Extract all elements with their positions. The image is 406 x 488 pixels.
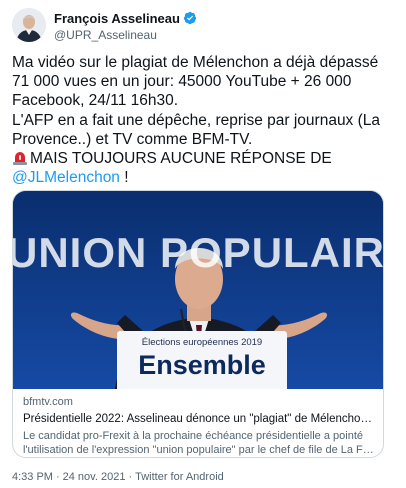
tweet-line: Facebook, 24/11 16h30. [12, 92, 179, 110]
podium: Élections européennes 2019 Ensemble [117, 331, 287, 389]
tweet-ending: ! [119, 169, 129, 187]
footer-separator: · [55, 471, 60, 483]
tweet-line: Provence..) et TV comme BFM-TV. [12, 130, 253, 148]
tweet-text: Ma vidéo sur le plagiat de Mélenchon a d… [12, 53, 394, 187]
tweet-line: Ma vidéo sur le plagiat de Mélenchon a d… [12, 54, 379, 71]
footer-separator: · [128, 471, 133, 483]
card-meta: bfmtv.com Présidentielle 2022: Asselinea… [23, 395, 375, 457]
tweet-source[interactable]: Twitter for Android [135, 471, 224, 483]
tweet-alert-line: MAIS TOUJOURS AUCUNE RÉPONSE DE [12, 149, 394, 168]
display-name-row: François Asselineau [54, 10, 197, 26]
tweet-date[interactable]: 24 nov. 2021 [63, 471, 126, 483]
tweet-footer: 4:33 PM · 24 nov. 2021 · Twitter for Android [12, 471, 224, 483]
author-handle[interactable]: @UPR_Asselineau [54, 28, 197, 42]
podium-title: Ensemble [138, 350, 266, 380]
link-card[interactable]: UNION POPULAIRE RÉPUB Élections européen… [12, 190, 384, 458]
avatar[interactable] [12, 8, 46, 42]
mention-link[interactable]: @JLMelenchon [12, 169, 120, 186]
profile-photo-icon [12, 8, 46, 42]
tweet-line: L'AFP en a fait une dépêche, reprise par… [12, 111, 381, 129]
tweet-header: François Asselineau @UPR_Asselineau [12, 8, 394, 44]
podium-subtitle: Élections européennes 2019 [141, 337, 263, 348]
card-domain: bfmtv.com [23, 396, 73, 408]
card-title: Présidentielle 2022: Asselineau dénonce … [23, 413, 375, 425]
tweet-mention-line: @JLMelenchon ! [12, 168, 394, 187]
card-image[interactable]: UNION POPULAIRE RÉPUB Élections européen… [13, 191, 384, 389]
tweet-time[interactable]: 4:33 PM [12, 471, 53, 483]
banner-text: UNION POPULAIRE RÉPUB [13, 229, 384, 276]
display-name[interactable]: François Asselineau [54, 11, 180, 26]
verified-badge-icon [183, 11, 197, 25]
card-description-line: l'utilisation de l'expression "union pop… [23, 444, 375, 456]
alert-text: MAIS TOUJOURS AUCUNE RÉPONSE DE [30, 150, 332, 168]
rotating-light-icon [12, 149, 28, 166]
tweet: François Asselineau @UPR_Asselineau Ma v… [0, 0, 406, 488]
tweet-line: 71 000 vues en un jour: 45000 YouTube + … [12, 73, 352, 91]
card-description: Le candidat pro-Frexit à la prochaine éc… [23, 429, 375, 457]
card-description-line: Le candidat pro-Frexit à la prochaine éc… [23, 430, 363, 442]
author-names: François Asselineau @UPR_Asselineau [54, 10, 197, 42]
